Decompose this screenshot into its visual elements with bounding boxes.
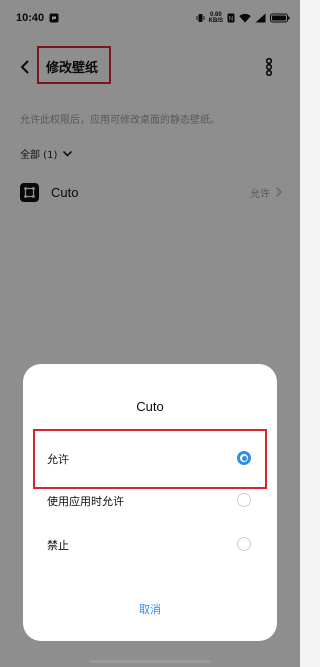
cancel-button[interactable]: 取消 — [100, 596, 200, 624]
option-allow-while-using-radio[interactable] — [237, 493, 251, 507]
option-allow-radio[interactable] — [237, 451, 251, 465]
option-allow[interactable]: 允许 — [23, 439, 277, 479]
option-allow-label: 允许 — [47, 453, 69, 466]
permission-dialog: Cuto 允许 使用应用时允许 禁止 取消 — [23, 364, 277, 641]
option-deny-radio[interactable] — [237, 537, 251, 551]
home-indicator[interactable] — [90, 660, 210, 663]
dialog-title: Cuto — [136, 399, 164, 414]
option-deny[interactable]: 禁止 — [23, 525, 277, 565]
option-deny-label: 禁止 — [47, 539, 69, 552]
option-allow-while-using[interactable]: 使用应用时允许 — [23, 481, 277, 521]
option-allow-while-using-label: 使用应用时允许 — [47, 495, 124, 508]
